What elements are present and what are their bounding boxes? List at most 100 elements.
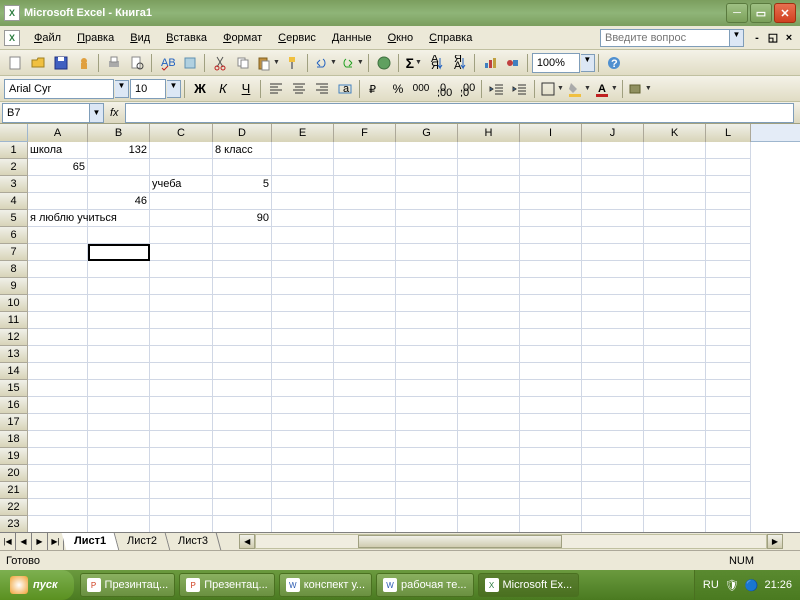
cell-E11[interactable] bbox=[272, 312, 334, 329]
cell-L5[interactable] bbox=[706, 210, 751, 227]
cell-J15[interactable] bbox=[582, 380, 644, 397]
cell-K9[interactable] bbox=[644, 278, 706, 295]
cell-L16[interactable] bbox=[706, 397, 751, 414]
cell-C23[interactable] bbox=[150, 516, 213, 532]
cell-J20[interactable] bbox=[582, 465, 644, 482]
cell-A16[interactable] bbox=[28, 397, 88, 414]
cell-J23[interactable] bbox=[582, 516, 644, 532]
cell-H6[interactable] bbox=[458, 227, 520, 244]
cell-F9[interactable] bbox=[334, 278, 396, 295]
cell-L10[interactable] bbox=[706, 295, 751, 312]
cell-F8[interactable] bbox=[334, 261, 396, 278]
cell-B8[interactable] bbox=[88, 261, 150, 278]
cell-G11[interactable] bbox=[396, 312, 458, 329]
cell-J3[interactable] bbox=[582, 176, 644, 193]
cell-A11[interactable] bbox=[28, 312, 88, 329]
cell-F20[interactable] bbox=[334, 465, 396, 482]
cell-G16[interactable] bbox=[396, 397, 458, 414]
column-header-I[interactable]: I bbox=[520, 124, 582, 142]
row-header-16[interactable]: 16 bbox=[0, 397, 28, 414]
permission-button[interactable] bbox=[73, 52, 95, 74]
cell-K20[interactable] bbox=[644, 465, 706, 482]
cell-I7[interactable] bbox=[520, 244, 582, 261]
cell-F23[interactable] bbox=[334, 516, 396, 532]
cell-J1[interactable] bbox=[582, 142, 644, 159]
cell-L8[interactable] bbox=[706, 261, 751, 278]
cell-H16[interactable] bbox=[458, 397, 520, 414]
cell-K8[interactable] bbox=[644, 261, 706, 278]
cell-A4[interactable] bbox=[28, 193, 88, 210]
increase-decimal-button[interactable]: ,0,00 bbox=[433, 78, 455, 100]
cell-D12[interactable] bbox=[213, 329, 272, 346]
cell-H9[interactable] bbox=[458, 278, 520, 295]
cell-J16[interactable] bbox=[582, 397, 644, 414]
font-name-dropdown[interactable]: ▼ bbox=[115, 80, 129, 98]
close-button[interactable]: ✕ bbox=[774, 3, 796, 23]
taskbar-item[interactable]: PПрезентац... bbox=[179, 573, 275, 597]
cell-I10[interactable] bbox=[520, 295, 582, 312]
cell-K18[interactable] bbox=[644, 431, 706, 448]
cell-G13[interactable] bbox=[396, 346, 458, 363]
sheet-tab-Лист2[interactable]: Лист2 bbox=[115, 533, 171, 550]
cell-G17[interactable] bbox=[396, 414, 458, 431]
zoom-select[interactable]: 100% bbox=[532, 53, 580, 73]
cell-H7[interactable] bbox=[458, 244, 520, 261]
cell-K4[interactable] bbox=[644, 193, 706, 210]
clock[interactable]: 21:26 bbox=[764, 579, 792, 591]
cell-H21[interactable] bbox=[458, 482, 520, 499]
cell-H3[interactable] bbox=[458, 176, 520, 193]
cell-C3[interactable]: учеба bbox=[150, 176, 213, 193]
column-header-K[interactable]: K bbox=[644, 124, 706, 142]
cell-A2[interactable]: 65 bbox=[28, 159, 88, 176]
cell-B3[interactable] bbox=[88, 176, 150, 193]
cell-C10[interactable] bbox=[150, 295, 213, 312]
cell-F19[interactable] bbox=[334, 448, 396, 465]
cell-L22[interactable] bbox=[706, 499, 751, 516]
cell-J13[interactable] bbox=[582, 346, 644, 363]
menu-файл[interactable]: Файл bbox=[26, 30, 69, 46]
cell-A9[interactable] bbox=[28, 278, 88, 295]
cell-K19[interactable] bbox=[644, 448, 706, 465]
cell-J14[interactable] bbox=[582, 363, 644, 380]
autosum-button[interactable]: Σ▼ bbox=[403, 52, 425, 74]
cell-G2[interactable] bbox=[396, 159, 458, 176]
cell-H8[interactable] bbox=[458, 261, 520, 278]
cell-J6[interactable] bbox=[582, 227, 644, 244]
cell-I12[interactable] bbox=[520, 329, 582, 346]
cell-E16[interactable] bbox=[272, 397, 334, 414]
cell-F4[interactable] bbox=[334, 193, 396, 210]
cell-L18[interactable] bbox=[706, 431, 751, 448]
cell-L13[interactable] bbox=[706, 346, 751, 363]
row-header-20[interactable]: 20 bbox=[0, 465, 28, 482]
cell-L21[interactable] bbox=[706, 482, 751, 499]
cell-E5[interactable] bbox=[272, 210, 334, 227]
cell-B20[interactable] bbox=[88, 465, 150, 482]
cell-D20[interactable] bbox=[213, 465, 272, 482]
column-header-F[interactable]: F bbox=[334, 124, 396, 142]
cell-F5[interactable] bbox=[334, 210, 396, 227]
chart-button[interactable] bbox=[479, 52, 501, 74]
cell-F14[interactable] bbox=[334, 363, 396, 380]
cell-E4[interactable] bbox=[272, 193, 334, 210]
bold-button[interactable]: Ж bbox=[189, 78, 211, 100]
cell-C2[interactable] bbox=[150, 159, 213, 176]
hscroll-track[interactable] bbox=[255, 534, 767, 549]
column-header-B[interactable]: B bbox=[88, 124, 150, 142]
menu-данные[interactable]: Данные bbox=[324, 30, 380, 46]
cell-G4[interactable] bbox=[396, 193, 458, 210]
cell-D2[interactable] bbox=[213, 159, 272, 176]
cell-G21[interactable] bbox=[396, 482, 458, 499]
cell-K17[interactable] bbox=[644, 414, 706, 431]
cell-L7[interactable] bbox=[706, 244, 751, 261]
align-right-button[interactable] bbox=[311, 78, 333, 100]
cell-J9[interactable] bbox=[582, 278, 644, 295]
cell-G15[interactable] bbox=[396, 380, 458, 397]
cell-D18[interactable] bbox=[213, 431, 272, 448]
cell-H19[interactable] bbox=[458, 448, 520, 465]
cell-E17[interactable] bbox=[272, 414, 334, 431]
cell-L6[interactable] bbox=[706, 227, 751, 244]
cell-F18[interactable] bbox=[334, 431, 396, 448]
cell-F22[interactable] bbox=[334, 499, 396, 516]
cell-D8[interactable] bbox=[213, 261, 272, 278]
cell-H12[interactable] bbox=[458, 329, 520, 346]
